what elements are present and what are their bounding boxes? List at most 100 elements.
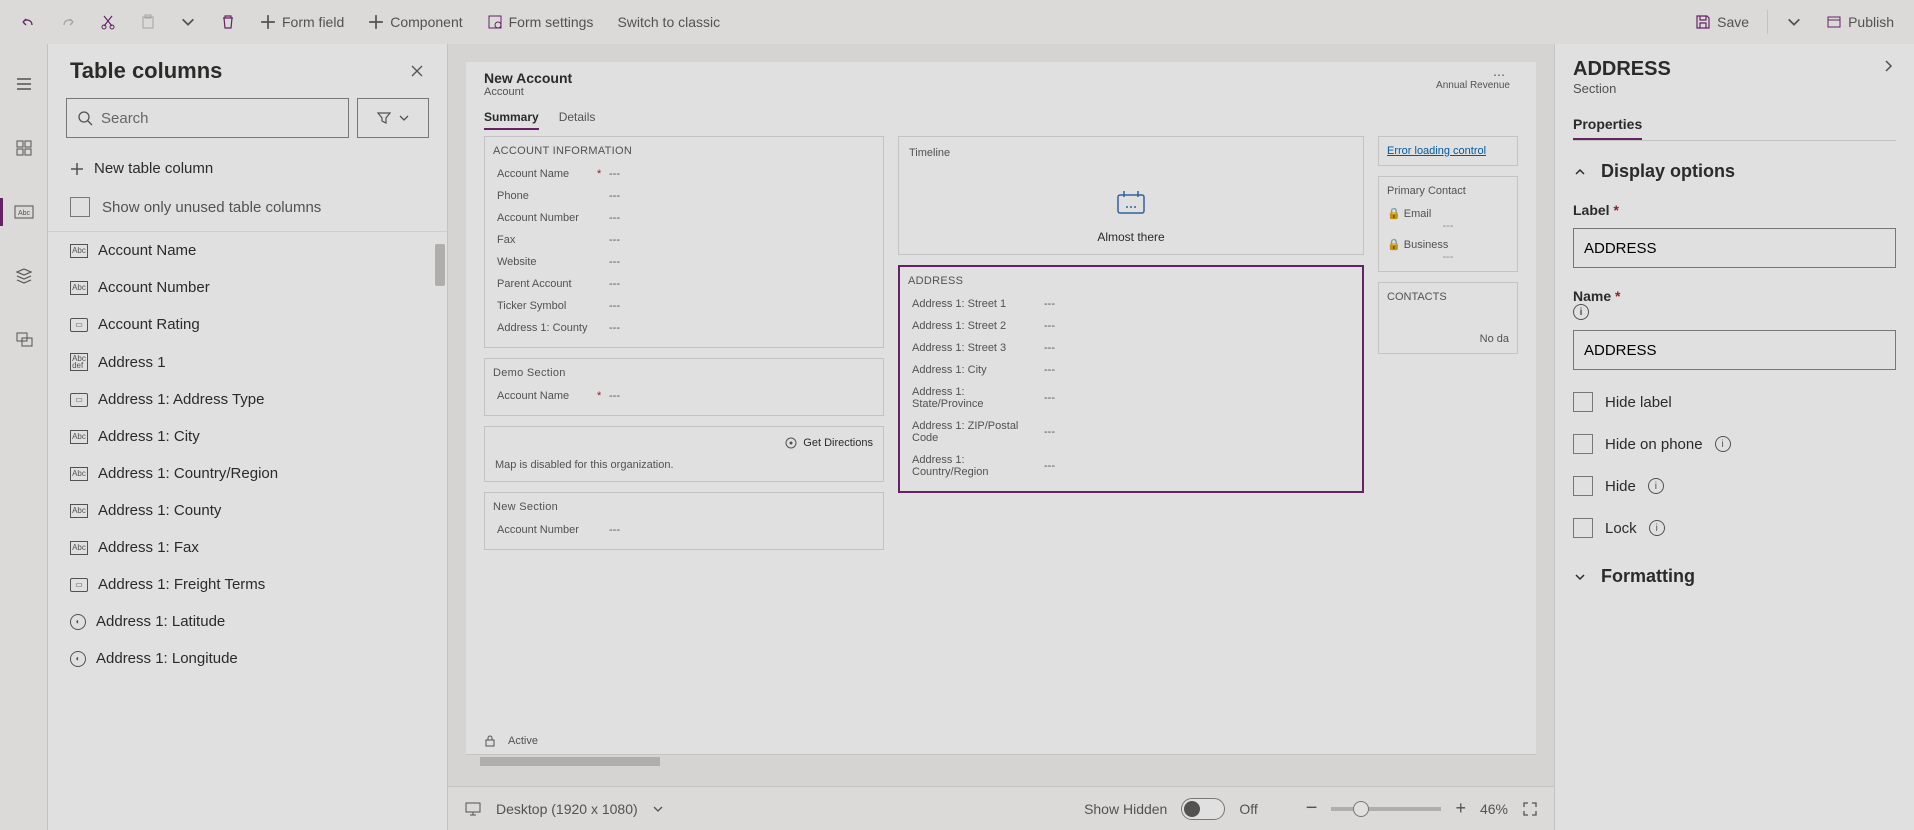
accordion-formatting[interactable]: Formatting bbox=[1573, 566, 1896, 587]
props-name-label: Name * i bbox=[1573, 288, 1896, 320]
desktop-icon bbox=[464, 800, 482, 818]
props-name-input[interactable] bbox=[1573, 330, 1896, 370]
paste-button[interactable] bbox=[130, 4, 166, 40]
lock-checkbox[interactable] bbox=[1573, 518, 1593, 538]
scrollbar-thumb[interactable] bbox=[435, 244, 445, 286]
form-field[interactable]: Account Number--- bbox=[493, 207, 875, 229]
section-primary-contact[interactable]: Primary Contact 🔒 Email --- 🔒 Business -… bbox=[1378, 176, 1518, 272]
form-field[interactable]: Address 1: City--- bbox=[908, 359, 1354, 381]
redo-button[interactable] bbox=[50, 4, 86, 40]
form-field[interactable]: Address 1: County--- bbox=[493, 317, 875, 339]
section-contacts[interactable]: CONTACTS No da bbox=[1378, 282, 1518, 354]
props-label-input[interactable] bbox=[1573, 228, 1896, 268]
tab-details[interactable]: Details bbox=[559, 110, 596, 130]
form-field[interactable]: Address 1: Street 2--- bbox=[908, 315, 1354, 337]
rail-layers[interactable] bbox=[4, 256, 44, 296]
column-item[interactable]: AbcdefAddress 1 bbox=[48, 343, 447, 381]
form-field[interactable]: Fax--- bbox=[493, 229, 875, 251]
canvas-h-scrollbar[interactable] bbox=[466, 754, 1536, 768]
column-item[interactable]: AbcAccount Name bbox=[48, 232, 447, 269]
form-field[interactable]: Account Name*--- bbox=[493, 385, 875, 407]
show-unused-checkbox-row[interactable]: Show only unused table columns bbox=[48, 187, 447, 231]
form-field[interactable]: Address 1: Street 1--- bbox=[908, 293, 1354, 315]
section-address-selected[interactable]: ADDRESS Address 1: Street 1---Address 1:… bbox=[898, 265, 1364, 493]
plus-icon bbox=[70, 162, 84, 176]
error-link[interactable]: Error loading control bbox=[1387, 145, 1486, 157]
form-settings-button[interactable]: Form settings bbox=[477, 4, 604, 40]
form-canvas[interactable]: New Account Account ⋯ Annual Revenue Sum… bbox=[466, 62, 1536, 768]
rail-components[interactable] bbox=[4, 128, 44, 168]
search-input[interactable] bbox=[101, 110, 338, 127]
info-icon[interactable]: i bbox=[1573, 304, 1589, 320]
section-error[interactable]: Error loading control bbox=[1378, 136, 1518, 166]
column-item[interactable]: AbcAddress 1: Country/Region bbox=[48, 455, 447, 492]
show-unused-checkbox[interactable] bbox=[70, 197, 90, 217]
info-icon[interactable]: i bbox=[1649, 520, 1665, 536]
zoom-slider[interactable] bbox=[1331, 807, 1441, 811]
delete-button[interactable] bbox=[210, 4, 246, 40]
section-demo[interactable]: Demo Section Account Name*--- bbox=[484, 358, 884, 416]
info-icon[interactable]: i bbox=[1648, 478, 1664, 494]
column-item[interactable]: ◐Address 1: Latitude bbox=[48, 603, 447, 640]
column-item[interactable]: ▭Address 1: Freight Terms bbox=[48, 566, 447, 603]
zoom-in-button[interactable]: + bbox=[1455, 798, 1466, 819]
section-map[interactable]: Get Directions Map is disabled for this … bbox=[484, 426, 884, 482]
column-item[interactable]: AbcAddress 1: Fax bbox=[48, 529, 447, 566]
form-field-button[interactable]: Form field bbox=[250, 4, 354, 40]
undo-button[interactable] bbox=[10, 4, 46, 40]
rail-hamburger[interactable] bbox=[4, 64, 44, 104]
form-field[interactable]: Account Number--- bbox=[493, 519, 875, 541]
zoom-out-button[interactable]: − bbox=[1306, 797, 1318, 820]
column-item[interactable]: ◐Address 1: Longitude bbox=[48, 640, 447, 677]
switch-classic-button[interactable]: Switch to classic bbox=[607, 4, 730, 40]
lock-checkbox-row[interactable]: Locki bbox=[1573, 518, 1896, 538]
filter-button[interactable] bbox=[357, 98, 429, 138]
info-icon[interactable]: i bbox=[1715, 436, 1731, 452]
device-label[interactable]: Desktop (1920 x 1080) bbox=[496, 801, 638, 817]
cut-button[interactable] bbox=[90, 4, 126, 40]
hide-phone-checkbox-row[interactable]: Hide on phonei bbox=[1573, 434, 1896, 454]
paste-dropdown[interactable] bbox=[170, 4, 206, 40]
tab-summary[interactable]: Summary bbox=[484, 110, 539, 130]
form-field[interactable]: Account Name*--- bbox=[493, 163, 875, 185]
publish-button[interactable]: Publish bbox=[1816, 4, 1904, 40]
form-field[interactable]: Parent Account--- bbox=[493, 273, 875, 295]
column-item[interactable]: AbcAddress 1: City bbox=[48, 418, 447, 455]
rail-table-columns[interactable]: Abc bbox=[4, 192, 44, 232]
form-field[interactable]: Address 1: State/Province--- bbox=[908, 381, 1354, 415]
hide-checkbox[interactable] bbox=[1573, 476, 1593, 496]
timeline-icon bbox=[1114, 189, 1148, 217]
form-field[interactable]: Address 1: Street 3--- bbox=[908, 337, 1354, 359]
expand-icon[interactable] bbox=[1880, 58, 1896, 74]
column-item[interactable]: ▭Account Rating bbox=[48, 306, 447, 343]
accordion-display-options[interactable]: Display options bbox=[1573, 161, 1896, 182]
form-field[interactable]: Website--- bbox=[493, 251, 875, 273]
column-item[interactable]: AbcAccount Number bbox=[48, 269, 447, 306]
section-timeline[interactable]: Timeline Almost there bbox=[898, 136, 1364, 255]
form-field[interactable]: Address 1: ZIP/Postal Code--- bbox=[908, 415, 1354, 449]
chevron-down-icon[interactable] bbox=[652, 803, 664, 815]
show-hidden-label: Show Hidden bbox=[1084, 801, 1167, 817]
section-new[interactable]: New Section Account Number--- bbox=[484, 492, 884, 550]
component-button[interactable]: Component bbox=[358, 4, 472, 40]
fit-icon[interactable] bbox=[1522, 801, 1538, 817]
hide-phone-checkbox[interactable] bbox=[1573, 434, 1593, 454]
hide-label-checkbox[interactable] bbox=[1573, 392, 1593, 412]
canvas-status-bar: Active bbox=[484, 732, 1518, 750]
form-field[interactable]: Ticker Symbol--- bbox=[493, 295, 875, 317]
hide-label-checkbox-row[interactable]: Hide label bbox=[1573, 392, 1896, 412]
save-dropdown[interactable] bbox=[1776, 4, 1812, 40]
rail-tree[interactable] bbox=[4, 320, 44, 360]
search-input-wrapper[interactable] bbox=[66, 98, 349, 138]
hide-checkbox-row[interactable]: Hidei bbox=[1573, 476, 1896, 496]
section-account-information[interactable]: ACCOUNT INFORMATION Account Name*---Phon… bbox=[484, 136, 884, 348]
show-hidden-toggle[interactable] bbox=[1181, 798, 1225, 820]
new-table-column-button[interactable]: New table column bbox=[48, 150, 447, 187]
column-item[interactable]: AbcAddress 1: County bbox=[48, 492, 447, 529]
save-button[interactable]: Save bbox=[1685, 4, 1759, 40]
form-field[interactable]: Address 1: Country/Region--- bbox=[908, 449, 1354, 483]
props-tab-properties[interactable]: Properties bbox=[1573, 110, 1642, 140]
form-field[interactable]: Phone--- bbox=[493, 185, 875, 207]
column-item[interactable]: ▭Address 1: Address Type bbox=[48, 381, 447, 418]
close-icon[interactable] bbox=[409, 63, 425, 79]
